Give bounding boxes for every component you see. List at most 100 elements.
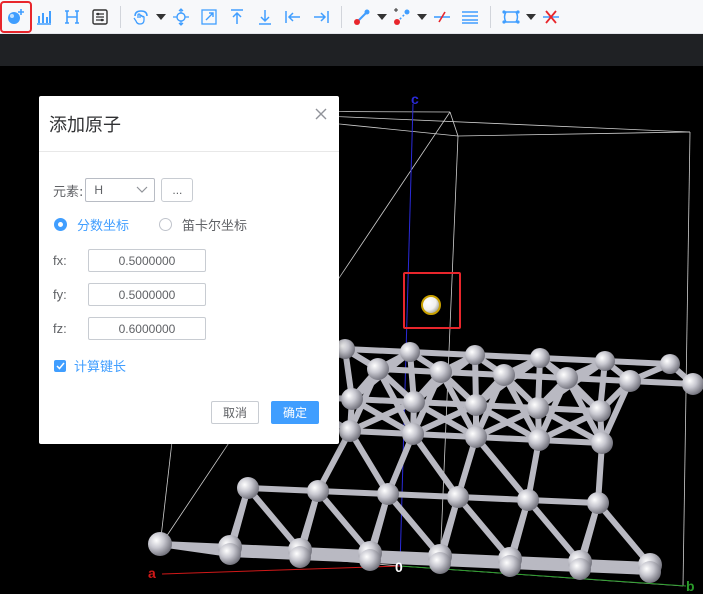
resize-button[interactable] bbox=[195, 3, 223, 31]
caret-down-icon bbox=[417, 13, 427, 20]
bond-button[interactable] bbox=[348, 3, 376, 31]
cell-edge bbox=[457, 131, 691, 137]
lattice-atom bbox=[403, 391, 425, 413]
bond-cut-icon bbox=[434, 11, 450, 22]
calc-bond-row[interactable]: 计算键长 bbox=[54, 356, 126, 375]
fx-label: fx: bbox=[53, 253, 67, 268]
align-left-button[interactable] bbox=[279, 3, 307, 31]
element-more-button[interactable]: ... bbox=[161, 178, 194, 202]
lattice-atom bbox=[465, 345, 485, 365]
add-atom-dialog: 添加原子 元素: H ... 分数坐标 笛卡尔坐标 fx: 0.5000000 … bbox=[39, 96, 339, 444]
close-button[interactable] bbox=[313, 106, 329, 122]
rotate-dropdown-caret[interactable] bbox=[155, 3, 167, 31]
fy-label: fy: bbox=[53, 287, 67, 302]
lattice-atom bbox=[517, 489, 539, 511]
element-select-value: H bbox=[94, 183, 104, 197]
bond-icon bbox=[354, 9, 370, 25]
caret-down-icon bbox=[526, 13, 536, 20]
align-bottom-icon bbox=[259, 9, 271, 25]
bond-cut-button[interactable] bbox=[428, 3, 456, 31]
bond-lines-button[interactable] bbox=[456, 3, 484, 31]
lattice-atom bbox=[367, 358, 389, 380]
cell-edge bbox=[682, 131, 691, 587]
radio-fractional-label: 分数坐标 bbox=[77, 219, 130, 234]
radio-fractional[interactable]: 分数坐标 bbox=[54, 215, 129, 234]
caret-down-icon bbox=[156, 13, 166, 20]
lattice-atom bbox=[465, 426, 487, 448]
lattice-atom bbox=[359, 549, 381, 571]
dialog-header: 添加原子 bbox=[39, 96, 339, 152]
delete-x-icon bbox=[543, 9, 559, 24]
bar-chart-icon bbox=[37, 10, 51, 25]
radio-cartesian-label: 笛卡尔坐标 bbox=[182, 219, 248, 234]
lattice-atom bbox=[589, 400, 611, 422]
lattice-atom bbox=[237, 477, 259, 499]
rotate-hand-button[interactable] bbox=[127, 3, 155, 31]
lattice-atom bbox=[527, 397, 549, 419]
radio-cartesian[interactable]: 笛卡尔坐标 bbox=[159, 215, 247, 234]
app-root: c a b 0 添加原子 元素: H ... 分数坐标 笛卡尔坐标 fx: 0.… bbox=[0, 0, 703, 594]
bond bbox=[455, 494, 513, 562]
lattice-atom bbox=[402, 423, 424, 445]
lattice-atom bbox=[429, 552, 451, 574]
align-left-icon bbox=[285, 10, 300, 23]
lattice-atom bbox=[591, 432, 613, 454]
fy-input[interactable]: 0.5000000 bbox=[88, 283, 206, 306]
align-bottom-button[interactable] bbox=[251, 3, 279, 31]
lattice-atom bbox=[219, 543, 241, 565]
lattice-atom bbox=[682, 373, 703, 395]
bond-edit-dropdown-caret[interactable] bbox=[416, 3, 428, 31]
bond-edit-button[interactable] bbox=[388, 3, 416, 31]
radio-cartesian-dot bbox=[159, 218, 173, 231]
lattice-atom bbox=[377, 483, 399, 505]
fx-input[interactable]: 0.5000000 bbox=[88, 249, 206, 272]
ok-button[interactable]: 确定 bbox=[271, 401, 319, 424]
lattice-box-icon bbox=[502, 9, 520, 24]
element-select[interactable]: H bbox=[85, 178, 156, 202]
lattice-atom bbox=[595, 351, 615, 371]
delete-x-button[interactable] bbox=[537, 3, 565, 31]
toolbar bbox=[0, 0, 703, 34]
calc-bond-checkbox[interactable] bbox=[54, 359, 66, 372]
move-center-button[interactable] bbox=[167, 3, 195, 31]
cancel-button[interactable]: 取消 bbox=[211, 401, 259, 424]
bond bbox=[410, 431, 461, 500]
lattice-atom bbox=[639, 561, 661, 583]
bar-chart-button[interactable] bbox=[30, 3, 58, 31]
lattice-atom bbox=[465, 394, 487, 416]
dialog-title: 添加原子 bbox=[49, 114, 121, 136]
align-right-icon bbox=[314, 10, 329, 23]
fz-label: fz: bbox=[53, 321, 67, 336]
list-settings-button[interactable] bbox=[86, 3, 114, 31]
lattice-atom bbox=[528, 429, 550, 451]
add-atom-icon bbox=[8, 8, 24, 24]
rotate-hand-icon bbox=[133, 9, 148, 25]
align-top-button[interactable] bbox=[223, 3, 251, 31]
bond-lines-icon bbox=[462, 10, 478, 24]
bond bbox=[473, 434, 531, 503]
bond bbox=[315, 488, 373, 556]
secondary-bar bbox=[0, 34, 703, 66]
lattice-box-button[interactable] bbox=[497, 3, 525, 31]
bond-dropdown-caret[interactable] bbox=[376, 3, 388, 31]
new-atom-highlight bbox=[403, 272, 461, 329]
coord-mode-row: 分数坐标 笛卡尔坐标 bbox=[54, 215, 277, 234]
axis-b-label: b bbox=[686, 578, 695, 594]
calc-bond-label: 计算键长 bbox=[74, 360, 127, 375]
fy-row: fy: 0.5000000 bbox=[53, 283, 206, 306]
lattice-atom bbox=[660, 354, 680, 374]
toolbar-divider bbox=[490, 5, 491, 28]
lattice-atom bbox=[341, 388, 363, 410]
lattice-dropdown-caret[interactable] bbox=[525, 3, 537, 31]
bond bbox=[245, 485, 303, 553]
align-right-button[interactable] bbox=[307, 3, 335, 31]
fz-input[interactable]: 0.6000000 bbox=[88, 317, 206, 340]
lattice-atom bbox=[400, 342, 420, 362]
axis-c-label: c bbox=[411, 91, 419, 107]
hkl-button[interactable] bbox=[58, 3, 86, 31]
toolbar-divider bbox=[120, 5, 121, 28]
lattice-atom bbox=[289, 546, 311, 568]
lattice-atom bbox=[569, 558, 591, 580]
element-label: 元素: bbox=[53, 184, 84, 200]
add-atom-button[interactable] bbox=[0, 0, 32, 33]
